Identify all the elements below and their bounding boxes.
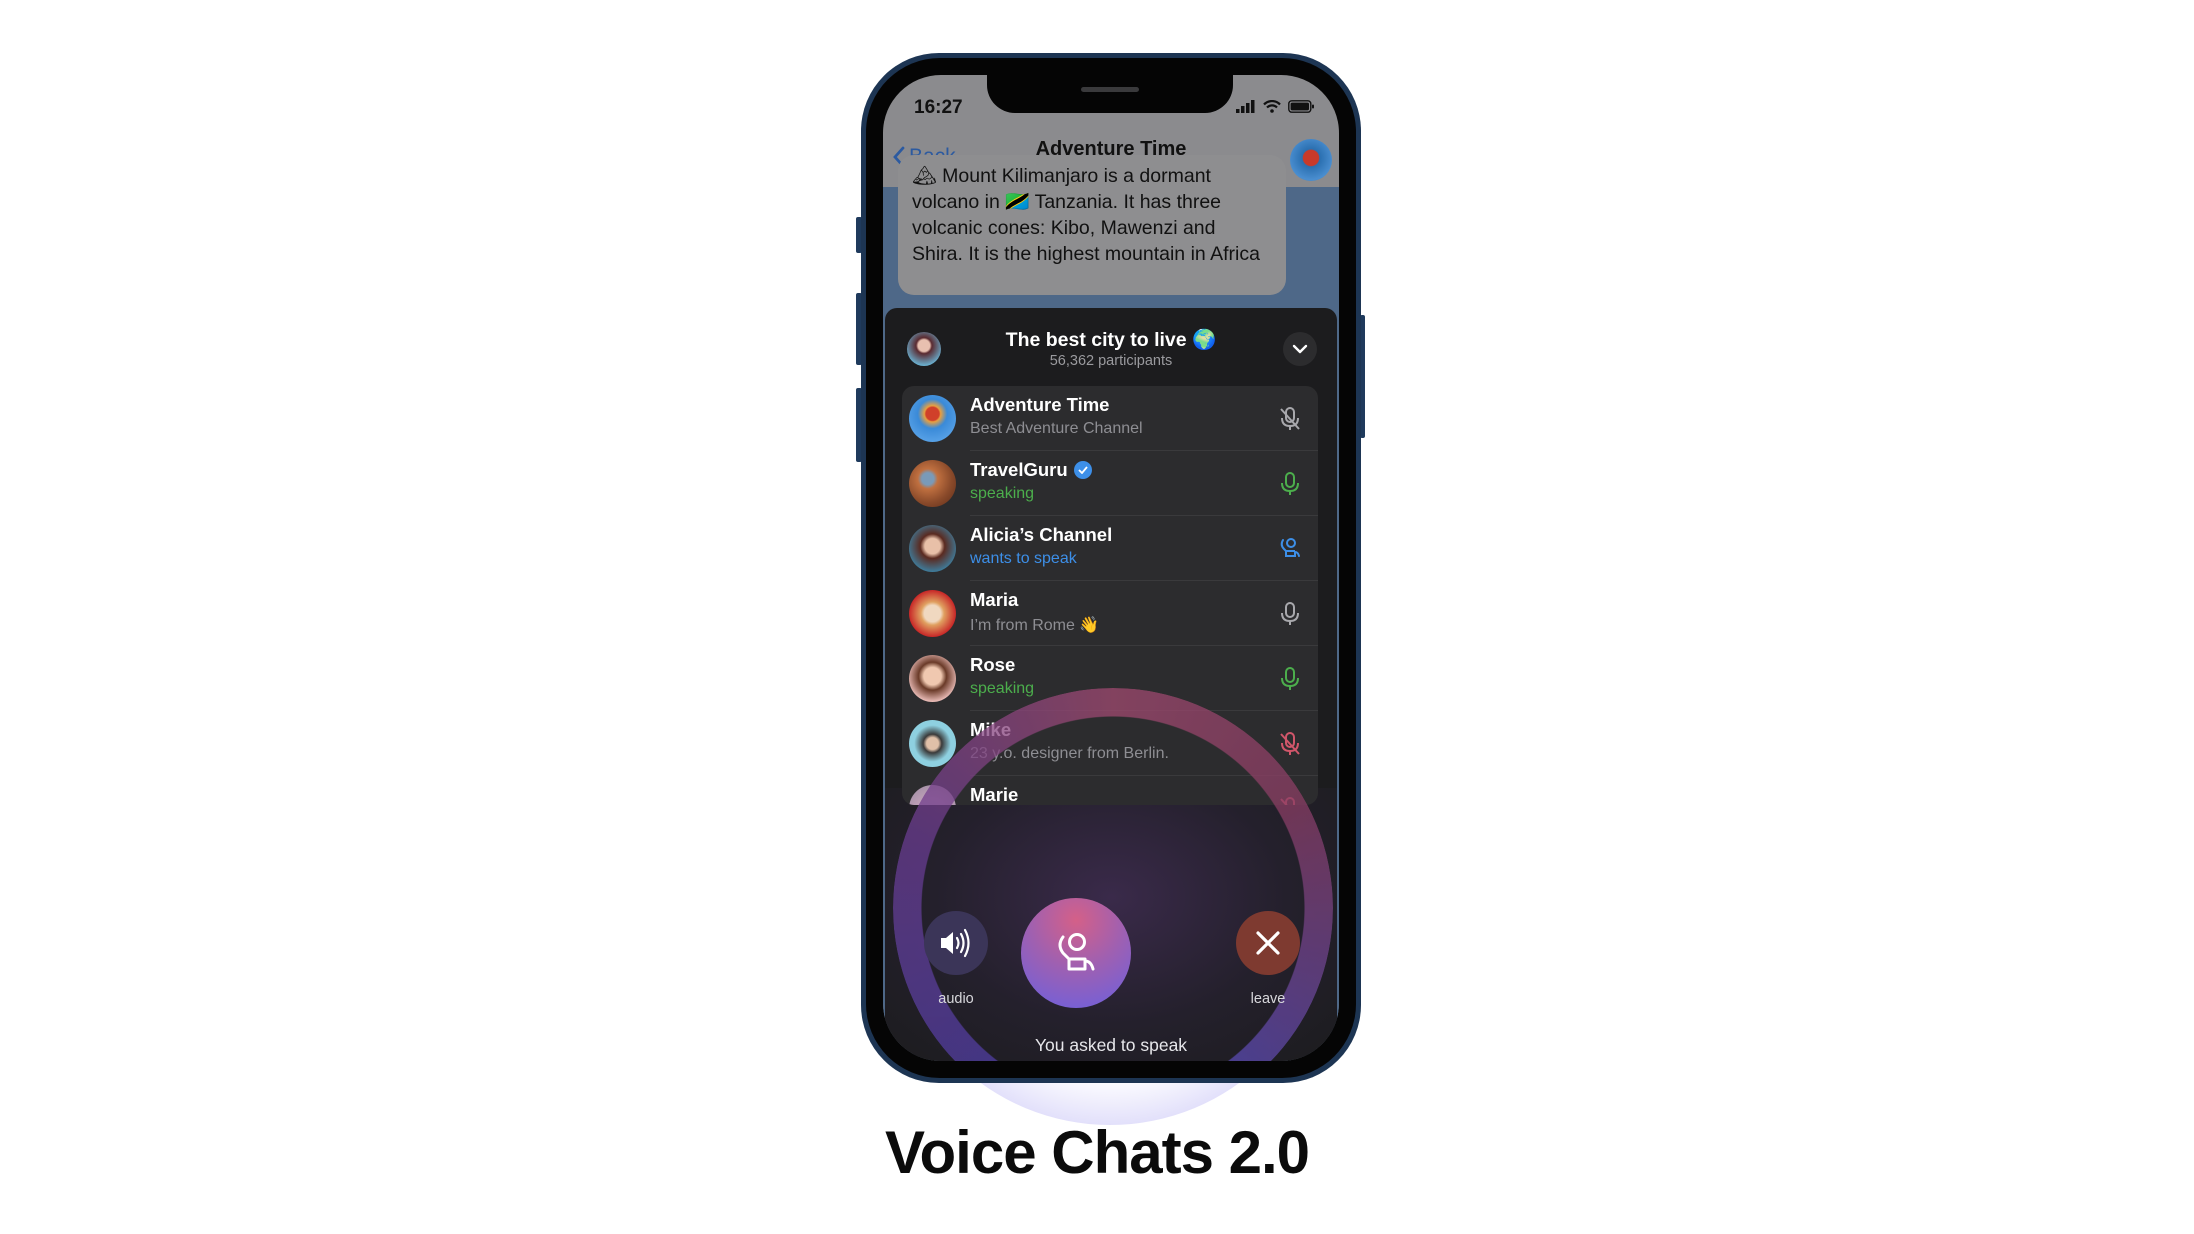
mic-muted-icon[interactable]: [1278, 731, 1302, 757]
mic-muted-icon[interactable]: [1278, 406, 1302, 432]
voice-chat-title: The best city to live 🌍: [1005, 329, 1217, 351]
participant-row[interactable]: Adventure Time Best Adventure Channel: [902, 386, 1318, 451]
participant-name-text: Alicia’s Channel: [970, 524, 1113, 545]
notch-speaker: [1081, 87, 1139, 92]
message-line: 🏔 Mount Kilimanjaro is a dormant: [912, 165, 1211, 187]
participant-status: I’m from Rome 👋: [970, 617, 1100, 634]
wifi-icon: [1263, 100, 1281, 113]
participant-status: speaking: [970, 680, 1035, 697]
participant-name-text: Rose: [970, 654, 1016, 675]
participant-name-text: Maria: [970, 589, 1019, 610]
leave-button[interactable]: [1236, 911, 1300, 975]
raise-hand-icon[interactable]: [1278, 536, 1302, 562]
participant-name: Alicia’s Channel: [970, 524, 1112, 546]
participant-row[interactable]: Maria I’m from Rome 👋: [902, 581, 1318, 646]
signal-icon: [1236, 100, 1255, 113]
participant-avatar: [909, 525, 956, 572]
message-line: volcanic cones: Kibo, Mawenzi and: [912, 217, 1216, 239]
phone-screen: 16:27 Adventure Time 🏔 Mount Kilimanjaro…: [883, 75, 1339, 1061]
chevron-down-icon: [1292, 344, 1308, 354]
audio-button[interactable]: [924, 911, 988, 975]
battery-icon: [1288, 100, 1314, 113]
phone-bezel: 16:27 Adventure Time 🏔 Mount Kilimanjaro…: [866, 58, 1356, 1078]
raise-hand-button[interactable]: [1021, 898, 1131, 1008]
raise-hand-icon: [1058, 933, 1095, 971]
status-time: 16:27: [914, 97, 963, 118]
participant-name-text: Adventure Time: [970, 394, 1110, 415]
status-icons: [1236, 100, 1315, 113]
message-bubble: 🏔 Mount Kilimanjaro is a dormant volcano…: [898, 155, 1286, 295]
participant-name-text: TravelGuru: [970, 459, 1068, 480]
participant-status: Best Adventure Channel: [970, 420, 1143, 437]
participant-row[interactable]: TravelGuru speaking: [902, 451, 1318, 516]
mic-icon[interactable]: [1278, 666, 1302, 692]
phone-frame: 16:27 Adventure Time 🏔 Mount Kilimanjaro…: [861, 53, 1361, 1083]
participant-avatar: [909, 655, 956, 702]
mic-icon[interactable]: [1278, 471, 1302, 497]
collapse-button[interactable]: [1283, 332, 1317, 366]
mic-icon[interactable]: [1278, 601, 1302, 627]
headline: Voice Chats 2.0: [884, 1119, 1310, 1186]
participant-status: wants to speak: [970, 550, 1077, 567]
participant-name: TravelGuru: [970, 459, 1092, 481]
participant-name: Adventure Time: [970, 394, 1109, 416]
leave-label: leave: [1250, 991, 1286, 1007]
participant-avatar: [909, 395, 956, 442]
voice-chat-panel: The best city to live 🌍 56,362 participa…: [885, 308, 1337, 1061]
participant-name: Rose: [970, 654, 1015, 676]
verified-badge-icon: [1073, 461, 1092, 479]
message-line: Shira. It is the highest mountain in Afr…: [912, 243, 1260, 265]
channel-avatar[interactable]: [1290, 139, 1332, 181]
participant-name: Maria: [970, 589, 1018, 611]
participant-avatar: [909, 590, 956, 637]
audio-label: audio: [938, 991, 974, 1007]
close-icon: [1256, 931, 1280, 955]
message-line: volcano in 🇹🇿 Tanzania. It has three: [912, 191, 1222, 213]
speaker-icon: [941, 928, 970, 958]
participant-row[interactable]: Alicia’s Channel wants to speak: [902, 516, 1318, 581]
speak-status-hint: we let the speakers know: [885, 1060, 1337, 1061]
speak-status: You asked to speak: [1034, 1035, 1188, 1055]
notch: [987, 75, 1233, 113]
participant-status: speaking: [970, 485, 1035, 502]
participants-count: 56,362 participants: [1049, 353, 1173, 369]
participant-avatar: [909, 460, 956, 507]
